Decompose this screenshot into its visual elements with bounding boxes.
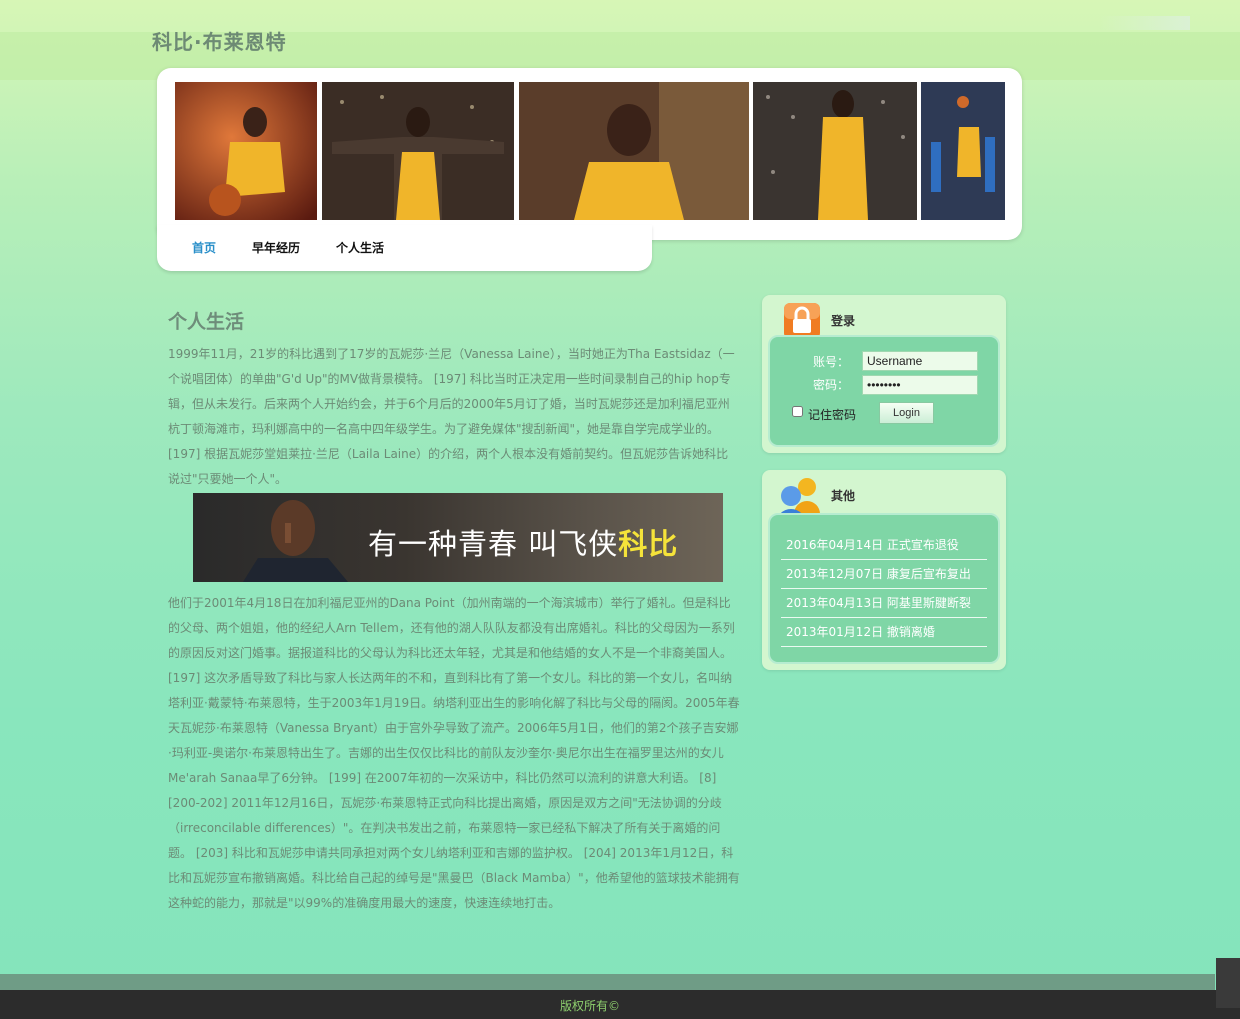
footer-stripe: [0, 974, 1215, 990]
nav-item-home[interactable]: 首页: [192, 239, 216, 256]
news-item[interactable]: 2013年01月12日 撤销离婚: [781, 618, 987, 647]
promo-highlight: 科比: [618, 527, 679, 561]
nav-item-early-life[interactable]: 早年经历: [252, 239, 300, 256]
nav-item-personal-life[interactable]: 个人生活: [336, 239, 384, 256]
main-nav: 首页 早年经历 个人生活: [192, 239, 420, 256]
password-input[interactable]: [862, 375, 978, 395]
corner-decoration: [1216, 958, 1240, 1008]
banner-photo-4: [753, 82, 917, 220]
promo-text: 有一种青春 叫飞侠科比: [368, 521, 678, 563]
news-item[interactable]: 2016年04月14日 正式宣布退役: [781, 531, 987, 560]
promo-slogan: 有一种青春 叫飞侠: [368, 527, 619, 561]
site-title: 科比·布莱恩特: [152, 30, 287, 54]
header-decoration: [1100, 16, 1190, 30]
banner-photo-2: [322, 82, 514, 220]
remember-label: 记住密码: [808, 408, 857, 422]
copyright-text: 版权所有©: [559, 999, 620, 1013]
username-label: 账号：: [813, 355, 850, 369]
article-paragraph-1: 1999年11月，21岁的科比遇到了17岁的瓦妮莎·兰尼（Vanessa Lai…: [168, 347, 735, 486]
other-title: 其他: [831, 489, 856, 503]
banner-photo-3: [519, 82, 749, 220]
news-item[interactable]: 2013年04月13日 阿基里斯腱断裂: [781, 589, 987, 618]
login-title: 登录: [831, 314, 856, 328]
promo-portrait: [243, 500, 348, 582]
page-title: 个人生活: [168, 311, 245, 333]
login-card: 登录: [762, 295, 1006, 453]
username-input[interactable]: [862, 351, 978, 371]
banner-photo-5: [921, 82, 1005, 220]
banner-photo-1: [175, 82, 317, 220]
article-paragraph-2: 他们于2001年4月18日在加利福尼亚州的Dana Point（加州南端的一个海…: [168, 596, 740, 910]
remember-checkbox[interactable]: [792, 406, 803, 417]
login-button[interactable]: Login: [879, 402, 934, 424]
news-item[interactable]: 2013年12月07日 康复后宣布复出: [781, 560, 987, 589]
password-label: 密码：: [813, 378, 850, 392]
promo-banner: 有一种青春 叫飞侠科比: [193, 493, 723, 582]
